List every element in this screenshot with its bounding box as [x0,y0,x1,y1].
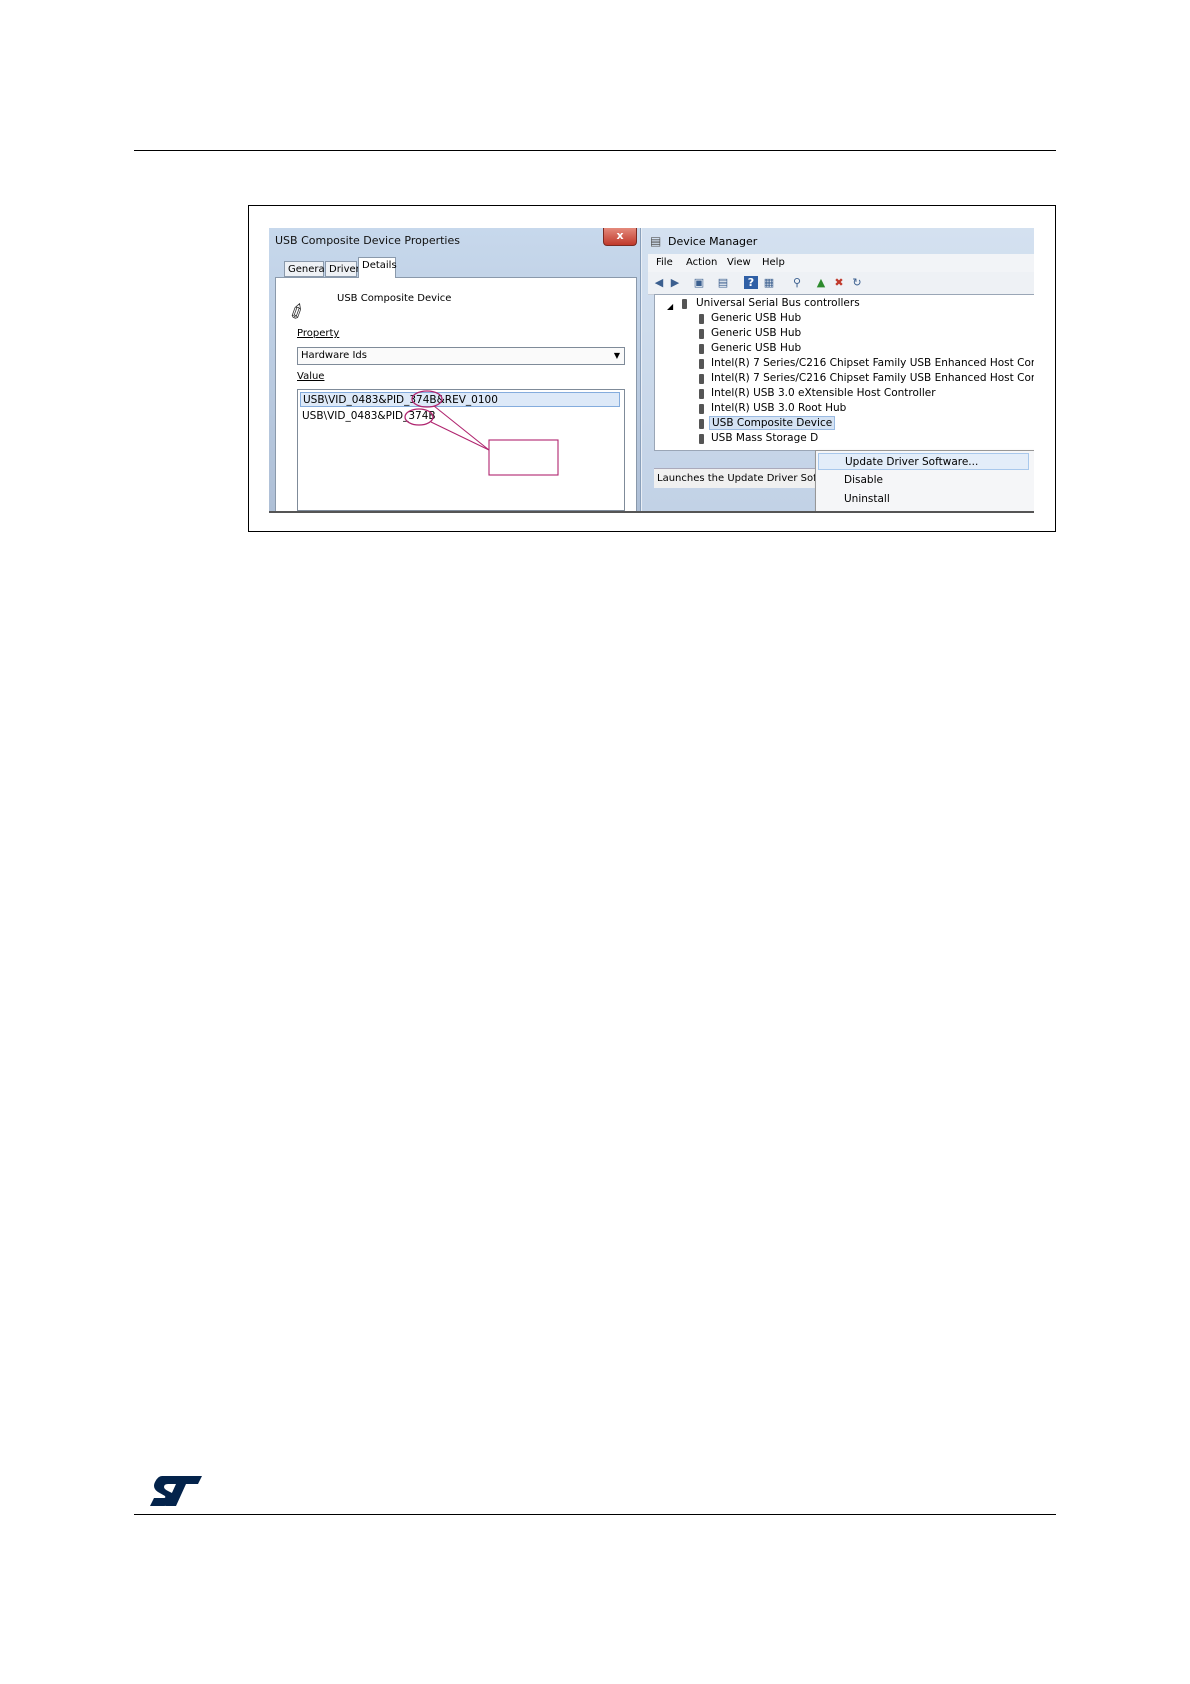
usb-plug-icon [699,419,704,429]
usb-plug-icon [699,404,704,414]
enable-icon[interactable]: ↻ [850,276,864,289]
device-manager-window: ▤ Device Manager File Action View Help ◀… [642,228,1034,511]
tree-item[interactable]: Generic USB Hub [711,312,801,324]
menu-file[interactable]: File [656,254,673,272]
tree-item[interactable]: Intel(R) 7 Series/C216 Chipset Family US… [711,372,1034,384]
view-icon[interactable]: ▦ [762,276,776,289]
window-title: Device Manager [668,235,758,248]
tree-item[interactable]: Intel(R) 7 Series/C216 Chipset Family US… [711,357,1034,369]
context-menu-disable[interactable]: Disable [844,474,883,486]
context-menu-update-driver[interactable]: Update Driver Software... [818,453,1029,470]
tree-item[interactable]: Intel(R) USB 3.0 eXtensible Host Control… [711,387,936,399]
value-item[interactable]: USB\VID_0483&PID_374B [302,410,436,422]
usb-plug-icon [699,359,704,369]
device-tree: ◢ Universal Serial Bus controllers Gener… [654,294,1034,451]
tree-item[interactable]: Generic USB Hub [711,327,801,339]
property-select[interactable]: Hardware Ids ▼ [297,347,625,365]
tree-expander-icon[interactable]: ◢ [667,302,673,311]
menu-view[interactable]: View [727,254,751,272]
menu-help[interactable]: Help [762,254,785,272]
tab-general[interactable]: General [284,261,327,277]
context-menu: Update Driver Software... Disable Uninst… [815,450,1034,511]
usb-plug-icon [682,299,687,309]
usb-plug-icon [699,314,704,324]
st-logo-icon [150,1476,202,1506]
header-rule [134,150,1056,151]
property-select-value: Hardware Ids [301,350,367,361]
tab-details[interactable]: Details [358,257,397,278]
property-label: Property [297,328,340,339]
update-driver-icon[interactable]: ▲ [814,276,828,289]
usb-plug-icon [699,389,704,399]
back-arrow-icon[interactable]: ◀ [652,276,666,289]
properties-icon[interactable]: ▣ [692,276,706,289]
usb-plug-icon [699,434,704,444]
forward-arrow-icon[interactable]: ▶ [668,276,682,289]
close-button[interactable]: x [603,228,637,246]
value-item[interactable]: USB\VID_0483&PID_374B&REV_0100 [300,392,620,407]
dialog-title: USB Composite Device Properties [275,234,460,247]
usb-plug-icon [699,329,704,339]
device-name: USB Composite Device [337,293,452,304]
chevron-down-icon[interactable]: ▼ [614,348,620,364]
tree-item-selected[interactable]: USB Composite Device [709,416,836,430]
figure-frame: USB Composite Device Properties x Genera… [248,205,1056,532]
context-menu-uninstall[interactable]: Uninstall [844,493,890,505]
menu-bar: File Action View Help [648,254,1034,272]
screenshot: USB Composite Device Properties x Genera… [269,228,1034,513]
tree-category[interactable]: Universal Serial Bus controllers [696,297,860,309]
tab-driver[interactable]: Driver [325,261,360,277]
usb-plug-icon [699,344,704,354]
list-icon[interactable]: ▤ [716,276,730,289]
toolbar: ◀ ▶ ▣ ▤ ? ▦ ⚲ ▲ ✖ ↻ [648,272,1034,295]
uninstall-icon[interactable]: ✖ [832,276,846,289]
value-listbox[interactable]: USB\VID_0483&PID_374B&REV_0100 USB\VID_0… [297,389,625,511]
tree-item[interactable]: Intel(R) USB 3.0 Root Hub [711,402,846,414]
usb-plug-icon [699,374,704,384]
menu-action[interactable]: Action [686,254,717,272]
device-manager-icon: ▤ [650,234,662,248]
footer-rule [134,1514,1056,1515]
tree-item[interactable]: USB Mass Storage D [711,432,818,444]
value-label: Value [297,371,325,382]
tree-item[interactable]: Generic USB Hub [711,342,801,354]
help-icon[interactable]: ? [744,276,758,289]
properties-dialog: USB Composite Device Properties x Genera… [269,228,641,511]
scan-hardware-icon[interactable]: ⚲ [790,276,804,289]
